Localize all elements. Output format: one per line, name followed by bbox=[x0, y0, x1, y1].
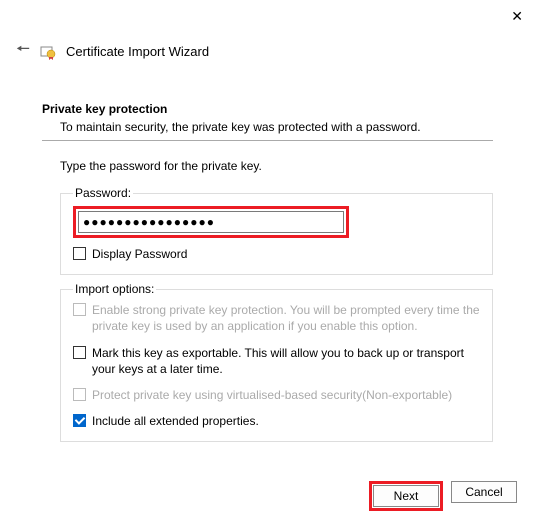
instruction-text: Type the password for the private key. bbox=[60, 159, 493, 173]
password-input[interactable] bbox=[78, 211, 344, 233]
next-button[interactable]: Next bbox=[373, 485, 439, 507]
import-options-legend: Import options: bbox=[73, 282, 156, 296]
cancel-button[interactable]: Cancel bbox=[451, 481, 517, 503]
next-highlight: Next bbox=[369, 481, 443, 511]
display-password-checkbox[interactable] bbox=[73, 247, 86, 260]
exportable-label: Mark this key as exportable. This will a… bbox=[92, 345, 480, 377]
password-fieldset: Password: Display Password bbox=[60, 193, 493, 275]
section-description: To maintain security, the private key wa… bbox=[60, 120, 493, 134]
virtualised-label: Protect private key using virtualised-ba… bbox=[92, 387, 452, 403]
back-arrow-icon[interactable]: 🠔 bbox=[16, 38, 30, 65]
footer-buttons: Next Cancel bbox=[369, 481, 517, 511]
import-options-fieldset: Import options: Enable strong private ke… bbox=[60, 289, 493, 442]
wizard-title: Certificate Import Wizard bbox=[66, 44, 209, 59]
close-icon[interactable]: ✕ bbox=[511, 8, 523, 25]
exportable-checkbox[interactable] bbox=[73, 346, 86, 359]
certificate-icon bbox=[40, 44, 56, 60]
display-password-label: Display Password bbox=[92, 246, 187, 262]
virtualised-checkbox bbox=[73, 388, 86, 401]
strong-protection-checkbox bbox=[73, 303, 86, 316]
wizard-header: 🠔 Certificate Import Wizard bbox=[16, 38, 209, 65]
strong-protection-label: Enable strong private key protection. Yo… bbox=[92, 302, 480, 334]
section-header: Private key protection bbox=[42, 102, 493, 116]
password-legend: Password: bbox=[73, 186, 133, 200]
password-highlight bbox=[73, 206, 349, 238]
divider bbox=[42, 140, 493, 141]
extended-properties-checkbox[interactable] bbox=[73, 414, 86, 427]
extended-properties-label: Include all extended properties. bbox=[92, 413, 259, 429]
